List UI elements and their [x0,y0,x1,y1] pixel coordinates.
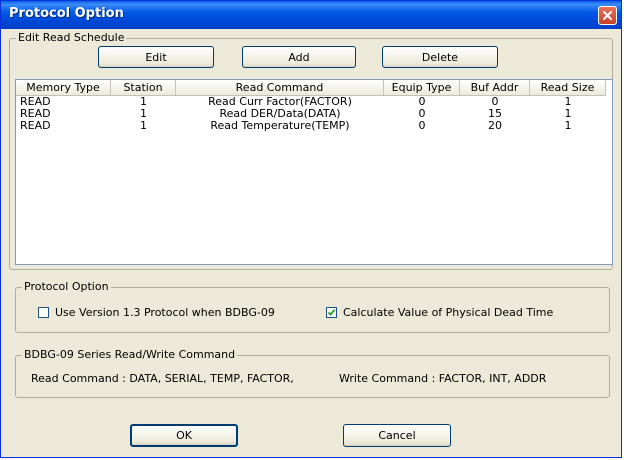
list-body: READ 1 Read Curr Factor(FACTOR) 0 0 1 READ 1 Rea… [16,96,612,132]
add-button[interactable]: Add [242,46,356,68]
protocol-option-dialog: Protocol Option Edit Read Schedule Edit … [0,0,622,458]
cancel-button[interactable]: Cancel [343,424,451,447]
table-cell: READ [20,108,51,120]
table-cell: Read DER/Data(DATA) [219,108,341,120]
table-row[interactable]: READ 1 Read Temperature(TEMP) 0 20 1 [16,120,612,132]
ok-button[interactable]: OK [130,424,238,447]
table-cell: 15 [488,108,502,120]
table-cell: Read Temperature(TEMP) [210,120,350,132]
table-cell: 1 [140,96,147,108]
close-button[interactable] [598,6,617,25]
dialog-client-area: Edit Read Schedule Edit Add Delete Memor… [4,29,618,454]
table-cell: 20 [488,120,502,132]
table-cell: 0 [418,96,426,108]
table-cell: 1 [140,120,147,132]
table-row[interactable]: READ 1 Read Curr Factor(FACTOR) 0 0 1 [16,96,612,108]
delete-button[interactable]: Delete [382,46,498,68]
column-header[interactable]: Buf Addr [460,80,530,96]
bdbg-command-legend: BDBG-09 Series Read/Write Command [22,348,238,361]
column-header[interactable]: Memory Type [16,80,111,96]
table-cell: READ [20,96,51,108]
table-cell: 1 [564,108,572,120]
list-header: Memory Type Station Read Command Equip Type… [16,80,612,96]
edit-button[interactable]: Edit [98,46,214,68]
read-command-text: Read Command : DATA, SERIAL, TEMP, FACTO… [31,372,294,385]
table-cell: 1 [140,108,147,120]
version-checkbox[interactable] [38,307,49,318]
close-icon [603,11,612,20]
read-schedule-list[interactable]: Memory Type Station Read Command Equip Type… [15,79,613,265]
table-cell: Read Curr Factor(FACTOR) [208,96,352,108]
dead-time-checkbox-label: Calculate Value of Physical Dead Time [343,306,554,319]
table-cell: 1 [564,120,572,132]
table-cell: 0 [418,120,426,132]
column-header[interactable]: Station [111,80,176,96]
edit-read-schedule-legend: Edit Read Schedule [16,31,127,44]
title-bar[interactable]: Protocol Option [1,1,621,29]
check-mark-icon [327,309,336,316]
column-header[interactable]: Read Size [530,80,606,96]
window-title: Protocol Option [9,6,124,21]
write-command-text: Write Command : FACTOR, INT, ADDR [339,372,547,385]
table-cell: READ [20,120,51,132]
version-checkbox-row[interactable]: Use Version 1.3 Protocol when BDBG-09 [38,306,275,319]
dead-time-checkbox[interactable] [326,307,337,318]
table-cell: 1 [564,96,572,108]
column-header[interactable]: Equip Type [384,80,460,96]
dead-time-checkbox-row[interactable]: Calculate Value of Physical Dead Time [326,306,553,319]
table-row[interactable]: READ 1 Read DER/Data(DATA) 0 15 1 [16,108,612,120]
column-header[interactable]: Read Command [176,80,384,96]
table-cell: 0 [418,108,426,120]
table-cell: 0 [491,96,499,108]
version-checkbox-label: Use Version 1.3 Protocol when BDBG-09 [55,306,275,319]
protocol-option-legend: Protocol Option [22,280,111,293]
